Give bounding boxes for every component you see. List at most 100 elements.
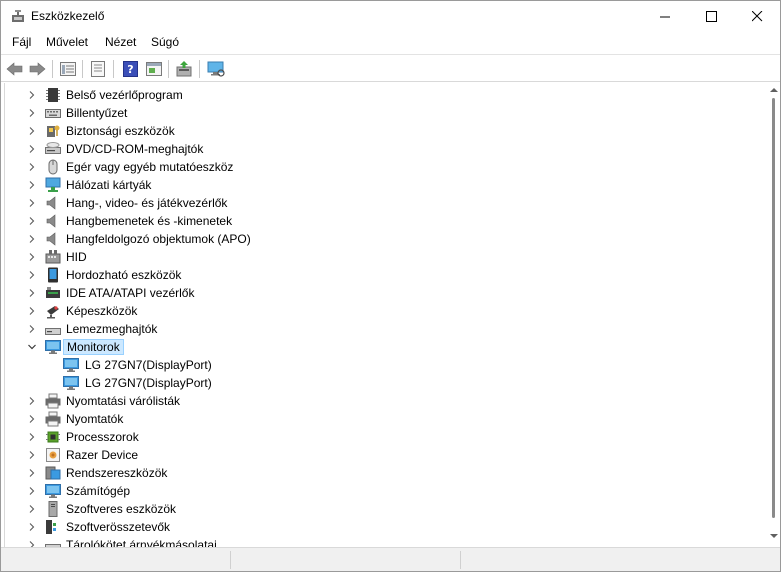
tree-item-label: Szoftveres eszközök (66, 502, 177, 516)
tree-item-label: Biztonsági eszközök (66, 124, 175, 138)
tree-item-label: Nyomtatók (66, 412, 124, 426)
tree-item[interactable]: Tárolókötet árnyékmásolatai (5, 536, 765, 547)
tree-item[interactable]: Szoftverösszetevők (5, 518, 765, 536)
tree-item[interactable]: Billentyűzet (5, 104, 765, 122)
forward-button[interactable] (27, 59, 47, 79)
minimize-button[interactable] (642, 1, 688, 32)
chevron-right-icon[interactable] (27, 144, 37, 154)
tree-item-label: DVD/CD-ROM-meghajtók (66, 142, 204, 156)
toolbar: ? (1, 54, 780, 82)
title-bar[interactable]: Eszközkezelő (1, 1, 780, 32)
network-adapter-icon (45, 177, 61, 192)
chevron-right-icon[interactable] (27, 234, 37, 244)
chevron-right-icon[interactable] (27, 126, 37, 136)
vertical-scrollbar[interactable] (768, 83, 780, 547)
tree-item[interactable]: Belső vezérlőprogram (5, 86, 765, 104)
system-device-icon (45, 466, 61, 480)
chevron-right-icon[interactable] (27, 522, 37, 532)
chevron-right-icon[interactable] (27, 306, 37, 316)
chevron-right-icon[interactable] (27, 90, 37, 100)
tree-item[interactable]: Egér vagy egyéb mutatóeszköz (5, 158, 765, 176)
scrollbar-thumb[interactable] (772, 98, 775, 518)
chevron-right-icon[interactable] (27, 450, 37, 460)
tree-item[interactable]: Lemezmeghajtók (5, 320, 765, 338)
tree-item-label: Egér vagy egyéb mutatóeszköz (66, 160, 234, 174)
document-icon (91, 61, 105, 77)
chevron-right-icon[interactable] (27, 468, 37, 478)
chevron-down-icon[interactable] (27, 342, 37, 352)
chevron-right-icon[interactable] (27, 252, 37, 262)
tree-item[interactable]: Hangfeldolgozó objektumok (APO) (5, 230, 765, 248)
chevron-right-icon[interactable] (27, 324, 37, 334)
tree-item[interactable]: Hordozható eszközök (5, 266, 765, 284)
tree-item[interactable]: Monitorok (5, 338, 765, 356)
tree-item[interactable]: HID (5, 248, 765, 266)
tree-item[interactable]: Nyomtatási várólisták (5, 392, 765, 410)
cpu-icon (46, 431, 60, 443)
tree-item[interactable]: DVD/CD-ROM-meghajtók (5, 140, 765, 158)
svg-text:?: ? (127, 63, 133, 76)
tree-item[interactable]: Hang-, video- és játékvezérlők (5, 194, 765, 212)
tree-item[interactable]: IDE ATA/ATAPI vezérlők (5, 284, 765, 302)
tree-item[interactable]: Processzorok (5, 428, 765, 446)
portable-device-icon (48, 267, 58, 283)
tree-item[interactable]: Nyomtatók (5, 410, 765, 428)
arrow-right-icon (29, 62, 46, 76)
tree-item-label: HID (66, 250, 87, 264)
chevron-right-icon[interactable] (27, 108, 37, 118)
menu-action[interactable]: Művelet (46, 35, 88, 49)
tree-item[interactable]: Hangbemenetek és -kimenetek (5, 212, 765, 230)
scan-hardware-button[interactable] (206, 59, 226, 79)
tree-item[interactable]: Szoftveres eszközök (5, 500, 765, 518)
chevron-right-icon[interactable] (27, 198, 37, 208)
tree-item-label: Hangbemenetek és -kimenetek (66, 214, 233, 228)
close-button[interactable] (734, 1, 780, 32)
chevron-right-icon[interactable] (27, 270, 37, 280)
arrow-left-icon (6, 62, 23, 76)
menu-view[interactable]: Nézet (105, 35, 136, 49)
menu-bar: Fájl Művelet Nézet Súgó (1, 32, 780, 53)
tree-item[interactable]: Képeszközök (5, 302, 765, 320)
tree-item[interactable]: Biztonsági eszközök (5, 122, 765, 140)
tree-item-label: IDE ATA/ATAPI vezérlők (66, 286, 195, 300)
update-driver-button[interactable] (174, 59, 194, 79)
chevron-right-icon[interactable] (27, 216, 37, 226)
maximize-button[interactable] (688, 1, 734, 32)
back-button[interactable] (5, 59, 25, 79)
help-button[interactable]: ? (120, 59, 140, 79)
scan-monitor-icon (207, 61, 225, 77)
update-driver-view-button[interactable] (144, 59, 164, 79)
chevron-right-icon[interactable] (27, 162, 37, 172)
tree-child-item[interactable]: LG 27GN7(DisplayPort) (5, 356, 765, 374)
chevron-right-icon[interactable] (27, 504, 37, 514)
scroll-down-icon[interactable] (770, 533, 778, 539)
tree-item-label: Billentyűzet (66, 106, 128, 120)
status-segment-2 (231, 551, 461, 569)
chevron-right-icon[interactable] (27, 540, 37, 547)
keyboard-icon (45, 109, 61, 118)
chevron-right-icon[interactable] (27, 288, 37, 298)
chevron-right-icon[interactable] (27, 414, 37, 424)
storage-volume-icon (45, 544, 61, 547)
properties-button[interactable] (88, 59, 108, 79)
chevron-right-icon[interactable] (27, 486, 37, 496)
tree-item-label: Razer Device (66, 448, 139, 462)
chevron-right-icon[interactable] (27, 432, 37, 442)
status-segment-1 (1, 551, 231, 569)
tree-item[interactable]: Razer Device (5, 446, 765, 464)
mouse-icon (48, 159, 58, 175)
minimize-icon (659, 16, 670, 18)
menu-file[interactable]: Fájl (12, 35, 31, 49)
tree-child-label: LG 27GN7(DisplayPort) (85, 376, 212, 390)
device-tree[interactable]: Belső vezérlőprogram Billentyűzet Biztonsá… (4, 83, 768, 547)
tree-item-label: Belső vezérlőprogram (66, 88, 183, 102)
properties-view-button[interactable] (58, 59, 78, 79)
menu-help[interactable]: Súgó (151, 35, 179, 49)
chevron-right-icon[interactable] (27, 180, 37, 190)
scroll-up-icon[interactable] (770, 87, 778, 93)
chevron-right-icon[interactable] (27, 396, 37, 406)
tree-item[interactable]: Hálózati kártyák (5, 176, 765, 194)
tree-item[interactable]: Rendszereszközök (5, 464, 765, 482)
tree-child-item[interactable]: LG 27GN7(DisplayPort) (5, 374, 765, 392)
tree-item[interactable]: Számítógép (5, 482, 765, 500)
